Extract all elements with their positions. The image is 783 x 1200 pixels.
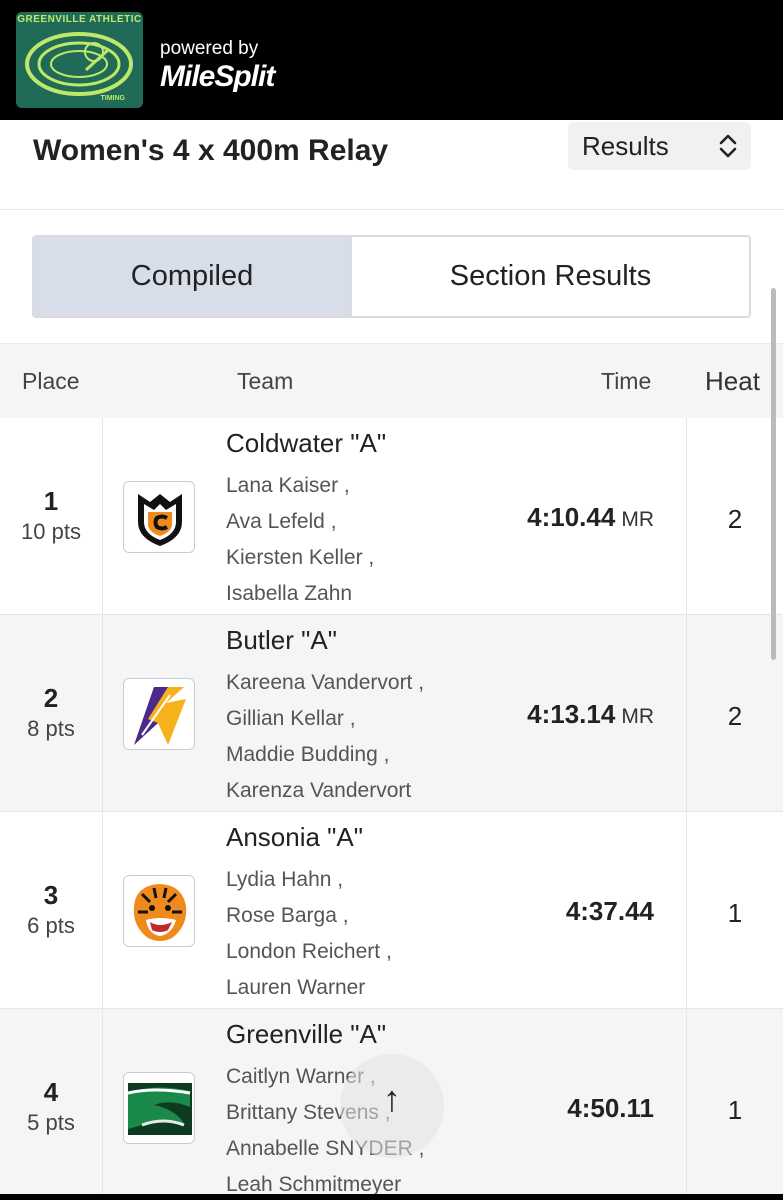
scroll-to-top-button[interactable]: ↑ (340, 1054, 444, 1158)
column-divider (102, 418, 103, 614)
table-row[interactable]: 1 10 pts Coldwater "A" Lana Kaiser , Ava… (0, 418, 783, 615)
column-header-heat[interactable]: Heat (705, 366, 760, 397)
team-logo[interactable] (123, 1072, 195, 1144)
bottom-bar (0, 1194, 783, 1200)
arrow-up-icon: ↑ (383, 1078, 401, 1119)
select-value: Results (582, 131, 669, 161)
athlete-name[interactable]: Lydia Hahn , (226, 862, 392, 898)
time-value: 4:50.11 (567, 1093, 654, 1123)
athlete-list: Kareena Vandervort , Gillian Kellar , Ma… (226, 665, 424, 809)
track-logo-icon (16, 12, 143, 108)
athlete-name[interactable]: Kareena Vandervort , (226, 665, 424, 701)
team-name[interactable]: Greenville "A" (226, 1019, 386, 1050)
meet-record-badge: MR (621, 705, 654, 728)
athlete-list: Lana Kaiser , Ava Lefeld , Kiersten Kell… (226, 468, 374, 612)
athlete-name[interactable]: Lauren Warner (226, 970, 392, 1006)
table-row[interactable]: 3 6 pts Ansonia "A" Lydia Hahn , Rose Ba… (0, 812, 783, 1009)
place-number: 1 (43, 486, 59, 516)
meet-record-badge: MR (621, 508, 654, 531)
team-logo[interactable] (123, 875, 195, 947)
meet-logo[interactable]: GREENVILLE ATHLETIC TIMING (16, 12, 143, 108)
result-time: 4:50.11 (567, 1093, 654, 1124)
place-cell: 2 8 pts (0, 683, 102, 742)
results-tabs: Compiled Section Results (32, 235, 751, 318)
time-value: 4:13.14 (527, 699, 616, 729)
athlete-name[interactable]: Kiersten Keller , (226, 540, 374, 576)
athlete-list: Lydia Hahn , Rose Barga , London Reicher… (226, 862, 392, 1006)
place-number: 4 (43, 1077, 59, 1107)
greenwave-icon (127, 1083, 192, 1135)
team-logo[interactable] (123, 481, 195, 553)
powered-by-label: powered by (160, 38, 259, 59)
column-divider (102, 1009, 103, 1200)
table-row[interactable]: 2 8 pts Butler "A" Kareena Vandervort , … (0, 615, 783, 812)
place-cell: 3 6 pts (0, 880, 102, 939)
tiger-icon (133, 884, 187, 941)
column-header-place[interactable]: Place (22, 368, 80, 395)
athlete-name[interactable]: Isabella Zahn (226, 576, 374, 612)
result-time: 4:37.44 (566, 896, 654, 927)
team-name[interactable]: Ansonia "A" (226, 822, 363, 853)
place-points: 10 pts (21, 519, 81, 544)
place-cell: 1 10 pts (0, 486, 102, 545)
result-time: 4:10.44 MR (527, 502, 654, 533)
athlete-name[interactable]: Gillian Kellar , (226, 701, 424, 737)
butler-aviator-icon (134, 687, 186, 745)
result-time: 4:13.14 MR (527, 699, 654, 730)
results-view-select[interactable]: Results (568, 122, 751, 170)
milesplit-wordmark[interactable]: MileSplit (160, 60, 275, 94)
sort-chevrons-icon (719, 134, 737, 158)
time-value: 4:37.44 (565, 896, 654, 926)
event-header: Women's 4 x 400m Relay Results (0, 120, 783, 210)
time-value: 4:10.44 (527, 502, 616, 532)
team-logo[interactable] (123, 678, 195, 750)
heat-number: 1 (727, 898, 743, 928)
place-number: 3 (43, 880, 59, 910)
app-header-bar: GREENVILLE ATHLETIC TIMING powered by Mi… (0, 0, 783, 120)
athlete-name[interactable]: Lana Kaiser , (226, 468, 374, 504)
tab-section-results[interactable]: Section Results (352, 237, 749, 316)
place-points: 5 pts (27, 1110, 75, 1135)
place-points: 8 pts (27, 716, 75, 741)
place-points: 6 pts (27, 913, 75, 938)
column-header-time[interactable]: Time (601, 368, 651, 395)
results-table-header: Place Team Time Heat (0, 343, 783, 418)
heat-number: 2 (727, 701, 743, 731)
athlete-name[interactable]: Karenza Vandervort (226, 773, 424, 809)
team-name[interactable]: Coldwater "A" (226, 428, 386, 459)
vertical-scrollbar[interactable] (771, 288, 776, 660)
athlete-name[interactable]: Rose Barga , (226, 898, 392, 934)
tab-compiled[interactable]: Compiled (34, 237, 352, 316)
logo-text: GREENVILLE ATHLETIC (17, 14, 142, 25)
coldwater-shield-icon (138, 494, 182, 546)
team-name[interactable]: Butler "A" (226, 625, 337, 656)
athlete-name[interactable]: Maddie Budding , (226, 737, 424, 773)
column-divider (102, 615, 103, 811)
athlete-name[interactable]: London Reichert , (226, 934, 392, 970)
column-divider (102, 812, 103, 1008)
heat-number: 1 (727, 1095, 743, 1125)
logo-subtext: TIMING (100, 95, 126, 102)
heat-number: 2 (727, 504, 743, 534)
athlete-name[interactable]: Ava Lefeld , (226, 504, 374, 540)
event-title: Women's 4 x 400m Relay (33, 134, 389, 167)
place-number: 2 (43, 683, 59, 713)
column-header-team[interactable]: Team (237, 368, 293, 395)
place-cell: 4 5 pts (0, 1077, 102, 1136)
